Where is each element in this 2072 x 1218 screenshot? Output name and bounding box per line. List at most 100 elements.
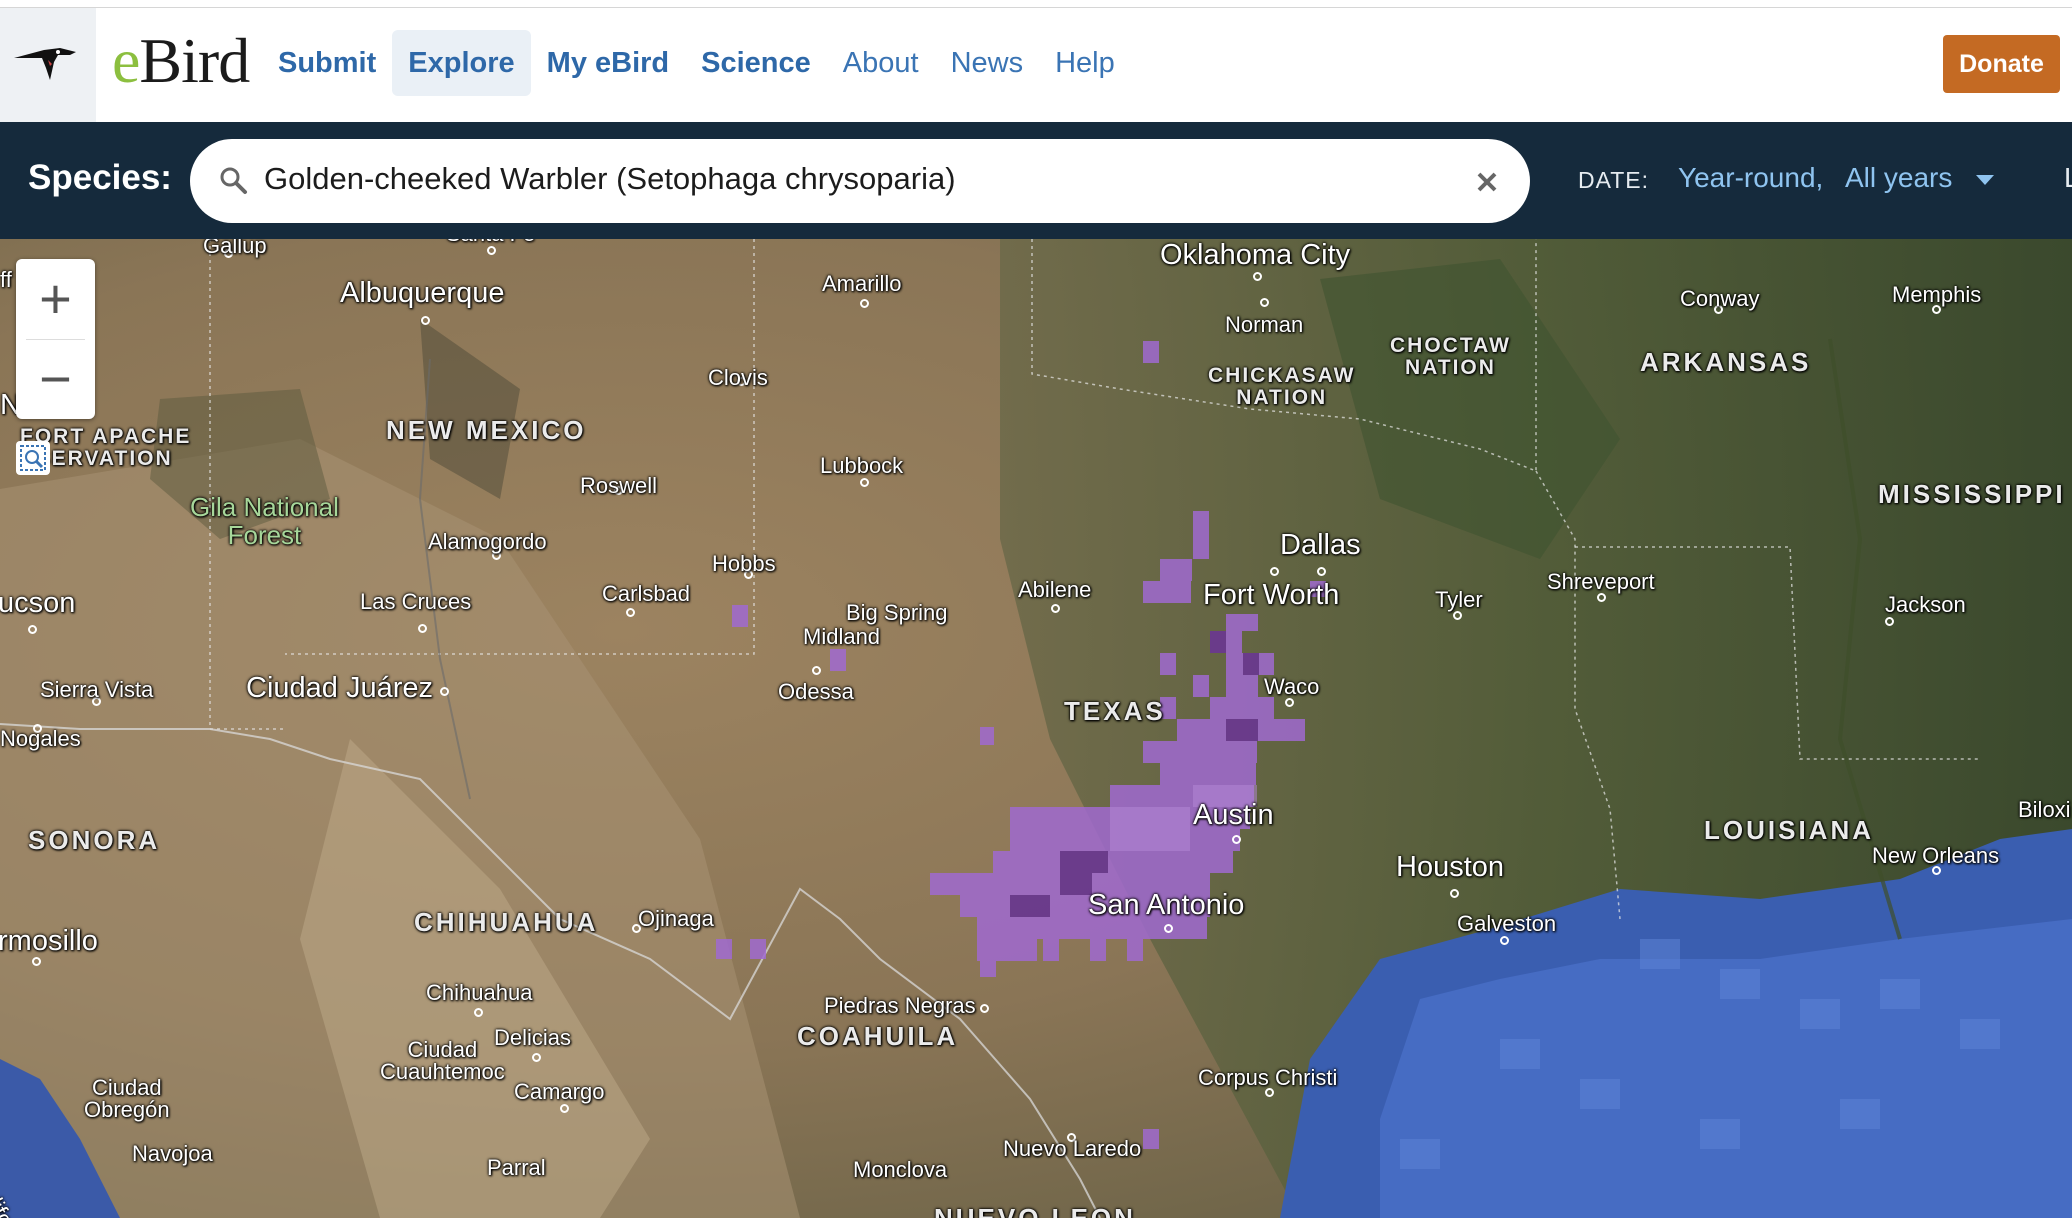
species-filter-bar: Species: Golden-cheeked Warbler (Setopha…	[0, 122, 2072, 239]
map-label-gallup: Gallup	[203, 239, 267, 258]
box-zoom-button[interactable]	[16, 441, 50, 475]
city-dot	[418, 624, 427, 633]
map-label-amarillo: Amarillo	[822, 271, 902, 296]
date-label: DATE:	[1578, 167, 1650, 193]
brand-name[interactable]: eBird	[112, 24, 250, 98]
city-dot	[1500, 936, 1509, 945]
city-dot	[28, 625, 37, 634]
map-label-oklahoma-city: Oklahoma City	[1160, 239, 1351, 271]
map-label-delicias: Delicias	[494, 1025, 572, 1050]
species-label: Species:	[28, 158, 172, 197]
city-dot	[532, 1053, 541, 1062]
map-label-clovis: Clovis	[708, 365, 768, 390]
map-label-roswell: Roswell	[580, 473, 658, 498]
map-label-chickasaw: CHICKASAW NATION	[1208, 364, 1356, 409]
map-label-camargo: Camargo	[514, 1079, 605, 1104]
map-label-fort-worth: Fort Worth	[1203, 579, 1340, 611]
map-label-ojinaga: Ojinaga	[638, 906, 714, 931]
city-dot	[487, 246, 496, 255]
map-label-biloxi: Biloxi	[2018, 797, 2071, 822]
bird-logo-icon	[14, 48, 76, 80]
city-dot	[440, 687, 449, 696]
map-label-piedras-negras: Piedras Negras	[824, 993, 976, 1018]
zoom-in-button[interactable]: +	[16, 259, 95, 339]
city-dot	[1232, 835, 1241, 844]
city-dot	[1270, 567, 1279, 576]
city-dot	[474, 1008, 483, 1017]
nav-submit[interactable]: Submit	[262, 30, 392, 96]
city-dot	[1253, 272, 1262, 281]
map-label-san-antonio: San Antonio	[1088, 889, 1245, 921]
map-label-albuquerque: Albuquerque	[340, 277, 505, 309]
range-map[interactable]: Gallup Santa Fe Albuquerque Amarillo Okl…	[0, 239, 2072, 1218]
map-label-arkansas: ARKANSAS	[1640, 347, 1812, 377]
map-label-sonora: SONORA	[28, 825, 161, 855]
city-dot	[1164, 924, 1173, 933]
clear-icon[interactable]	[1476, 171, 1498, 193]
top-border	[0, 0, 2072, 8]
zoom-out-button[interactable]: −	[16, 339, 95, 419]
donate-button[interactable]: Donate	[1943, 35, 2060, 93]
map-label-ciudad-juarez: Ciudad Juárez	[246, 672, 433, 704]
map-label-sierra-vista: Sierra Vista	[40, 677, 154, 702]
ebird-logo[interactable]	[0, 8, 96, 122]
map-label-carlsbad: Carlsbad	[602, 581, 691, 606]
city-dot	[626, 608, 635, 617]
map-label-coahuila: COAHUILA	[797, 1021, 959, 1051]
map-label-abilene: Abilene	[1018, 577, 1092, 602]
nav-my-ebird[interactable]: My eBird	[531, 30, 685, 96]
city-dot	[860, 478, 869, 487]
chevron-down-icon[interactable]	[1976, 175, 1994, 185]
species-search-input[interactable]: Golden-cheeked Warbler (Setophaga chryso…	[190, 139, 1530, 223]
map-label-big-spring: Big Spring	[846, 600, 948, 625]
map-label-new-mexico: NEW MEXICO	[386, 415, 587, 445]
date-years-select[interactable]: All years	[1845, 162, 1952, 194]
nav-about[interactable]: About	[827, 30, 935, 96]
map-label-austin: Austin	[1193, 799, 1274, 831]
city-dot	[421, 316, 430, 325]
search-icon	[220, 167, 247, 194]
date-season-select[interactable]: Year-round,	[1678, 162, 1823, 194]
city-dot	[812, 666, 821, 675]
map-label-navojoa: Navojoa	[132, 1141, 213, 1166]
map-label-nuevo-laredo: Nuevo Laredo	[1003, 1136, 1142, 1161]
city-dot	[860, 299, 869, 308]
map-label-parral: Parral	[487, 1155, 546, 1180]
map-label-houston: Houston	[1396, 851, 1505, 883]
map-label-louisiana: LOUISIANA	[1704, 815, 1874, 845]
map-label-texas: TEXAS	[1064, 696, 1166, 726]
map-label-jackson: Jackson	[1885, 592, 1966, 617]
map-label-choctaw: CHOCTAW NATION	[1390, 334, 1511, 379]
map-label-norman: Norman	[1225, 312, 1304, 337]
nav-help[interactable]: Help	[1039, 30, 1131, 96]
map-label-hermosillo: rmosillo	[0, 925, 98, 957]
map-label-edge-ff: ff	[0, 267, 12, 292]
map-label-ciudad-obregon: Ciudad Obregón	[84, 1075, 170, 1122]
species-heatmap	[716, 341, 2000, 1169]
map-label-tucson: ucson	[0, 587, 76, 619]
map-label-chihuahua: Chihuahua	[426, 980, 533, 1005]
zoom-divider	[26, 339, 85, 340]
map-label-nogales: Nogales	[0, 726, 81, 751]
nav-news[interactable]: News	[935, 30, 1040, 96]
city-dot	[1260, 298, 1269, 307]
map-label-santa-fe: Santa Fe	[446, 239, 535, 247]
city-dot	[1051, 604, 1060, 613]
map-label-galveston: Galveston	[1457, 911, 1557, 936]
map-label-corpus-christi: Corpus Christi	[1198, 1065, 1338, 1090]
map-label-shreveport: Shreveport	[1547, 569, 1655, 594]
map-label-hobbs: Hobbs	[712, 551, 776, 576]
map-label-alamogordo: Alamogordo	[428, 529, 547, 554]
map-label-dallas: Dallas	[1280, 529, 1361, 561]
city-dot	[32, 957, 41, 966]
zoom-control: + −	[16, 259, 95, 419]
map-label-monclova: Monclova	[853, 1157, 948, 1182]
map-label-nuevo-leon: NUEVO LEON	[934, 1203, 1136, 1218]
nav-explore[interactable]: Explore	[392, 30, 531, 96]
map-label-lubbock: Lubbock	[820, 453, 904, 478]
nav-science[interactable]: Science	[685, 30, 827, 96]
top-nav: eBird Submit Explore My eBird Science Ab…	[0, 8, 2072, 122]
map-label-memphis: Memphis	[1892, 282, 1982, 307]
map-label-waco: Waco	[1264, 674, 1320, 699]
city-dot	[1450, 889, 1459, 898]
